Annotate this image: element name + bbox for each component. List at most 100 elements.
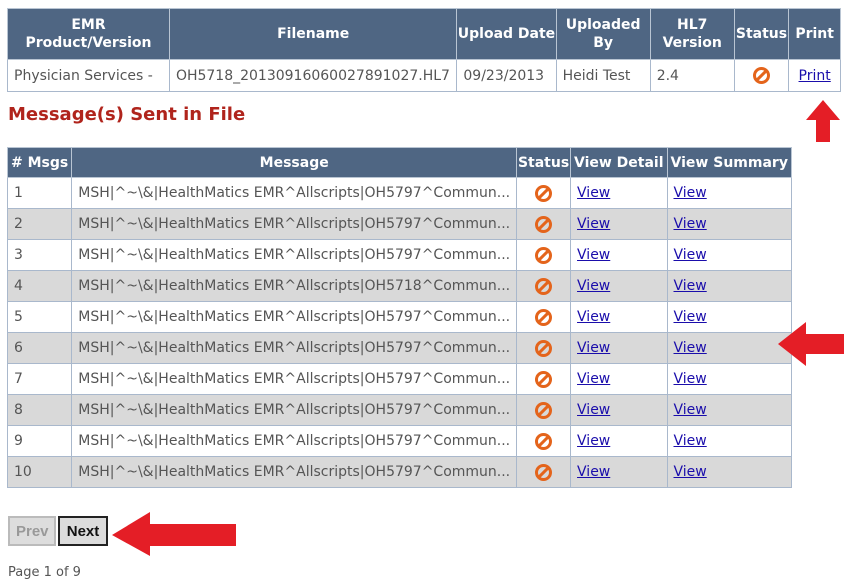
message-text: MSH|^~\&|HealthMatics EMR^Allscripts|OH5… bbox=[71, 394, 518, 426]
view-summary-cell: View bbox=[666, 208, 792, 240]
view-summary-cell: View bbox=[666, 394, 792, 426]
view-summary-link[interactable]: View bbox=[674, 433, 707, 449]
message-text: MSH|^~\&|HealthMatics EMR^Allscripts|OH5… bbox=[71, 332, 518, 364]
view-detail-link[interactable]: View bbox=[577, 278, 610, 294]
message-num: 2 bbox=[6, 208, 73, 240]
view-detail-cell: View bbox=[570, 332, 668, 364]
view-detail-link[interactable]: View bbox=[577, 371, 610, 387]
section-title: Message(s) Sent in File bbox=[8, 104, 246, 125]
view-summary-link[interactable]: View bbox=[674, 185, 707, 201]
view-summary-cell: View bbox=[666, 332, 792, 364]
view-summary-link[interactable]: View bbox=[674, 371, 707, 387]
header-emr-product: EMR Product/Version bbox=[7, 8, 170, 60]
view-detail-link[interactable]: View bbox=[577, 402, 610, 418]
error-ban-icon bbox=[535, 432, 553, 450]
message-status-cell bbox=[516, 394, 572, 426]
header-msg-status: Status bbox=[516, 147, 572, 178]
message-text: MSH|^~\&|HealthMatics EMR^Allscripts|OH5… bbox=[71, 425, 518, 457]
header-hl7-version: HL7 Version bbox=[649, 8, 735, 60]
view-detail-cell: View bbox=[570, 394, 668, 426]
message-num: 6 bbox=[6, 332, 73, 364]
view-detail-link[interactable]: View bbox=[577, 247, 610, 263]
message-num: 4 bbox=[6, 270, 73, 302]
page-info: Page 1 of 9 bbox=[8, 565, 81, 580]
view-summary-cell: View bbox=[666, 456, 792, 488]
view-summary-link[interactable]: View bbox=[674, 464, 707, 480]
message-row: 8 MSH|^~\&|HealthMatics EMR^Allscripts|OH… bbox=[6, 394, 792, 426]
view-detail-link[interactable]: View bbox=[577, 309, 610, 325]
error-ban-icon bbox=[535, 246, 553, 264]
view-detail-link[interactable]: View bbox=[577, 464, 610, 480]
message-status-cell bbox=[516, 239, 572, 271]
view-detail-cell: View bbox=[570, 363, 668, 395]
message-num: 3 bbox=[6, 239, 73, 271]
message-text: MSH|^~\&|HealthMatics EMR^Allscripts|OH5… bbox=[71, 270, 518, 302]
message-text: MSH|^~\&|HealthMatics EMR^Allscripts|OH5… bbox=[71, 301, 518, 333]
message-status-cell bbox=[516, 208, 572, 240]
left-arrow-annotation-icon bbox=[778, 322, 844, 366]
prev-button[interactable]: Prev bbox=[8, 516, 56, 546]
message-status-cell bbox=[516, 363, 572, 395]
left-arrow-next-annotation-icon bbox=[112, 512, 236, 556]
header-upload-date: Upload Date bbox=[456, 8, 557, 60]
header-filename: Filename bbox=[168, 8, 458, 60]
message-row: 2 MSH|^~\&|HealthMatics EMR^Allscripts|OH… bbox=[6, 208, 792, 240]
message-status-cell bbox=[516, 270, 572, 302]
view-summary-link[interactable]: View bbox=[674, 340, 707, 356]
message-row: 6 MSH|^~\&|HealthMatics EMR^Allscripts|OH… bbox=[6, 332, 792, 364]
view-detail-cell: View bbox=[570, 270, 668, 302]
view-detail-cell: View bbox=[570, 177, 668, 209]
message-text: MSH|^~\&|HealthMatics EMR^Allscripts|OH5… bbox=[71, 177, 518, 209]
message-row: 7 MSH|^~\&|HealthMatics EMR^Allscripts|OH… bbox=[6, 363, 792, 395]
file-table-header-row: EMR Product/Version Filename Upload Date… bbox=[7, 8, 841, 60]
view-summary-cell: View bbox=[666, 425, 792, 457]
message-num: 5 bbox=[6, 301, 73, 333]
error-ban-icon bbox=[535, 308, 553, 326]
message-status-cell bbox=[516, 177, 572, 209]
view-summary-link[interactable]: View bbox=[674, 216, 707, 232]
view-summary-cell: View bbox=[666, 301, 792, 333]
message-row: 5 MSH|^~\&|HealthMatics EMR^Allscripts|OH… bbox=[6, 301, 792, 333]
file-status-cell bbox=[733, 59, 790, 92]
message-num: 7 bbox=[6, 363, 73, 395]
message-status-cell bbox=[516, 301, 572, 333]
message-row: 10 MSH|^~\&|HealthMatics EMR^Allscripts|O… bbox=[6, 456, 792, 488]
message-status-cell bbox=[516, 332, 572, 364]
messages-header-row: # Msgs Message Status View Detail View S… bbox=[6, 147, 792, 178]
print-link[interactable]: Print bbox=[799, 68, 831, 84]
file-table: EMR Product/Version Filename Upload Date… bbox=[7, 8, 841, 92]
error-ban-icon bbox=[753, 67, 770, 84]
view-detail-link[interactable]: View bbox=[577, 340, 610, 356]
header-print: Print bbox=[788, 8, 841, 60]
view-summary-link[interactable]: View bbox=[674, 247, 707, 263]
error-ban-icon bbox=[535, 277, 553, 295]
view-summary-cell: View bbox=[666, 239, 792, 271]
view-summary-link[interactable]: View bbox=[674, 402, 707, 418]
view-summary-link[interactable]: View bbox=[674, 278, 707, 294]
view-detail-link[interactable]: View bbox=[577, 433, 610, 449]
view-detail-cell: View bbox=[570, 425, 668, 457]
error-ban-icon bbox=[535, 370, 553, 388]
view-detail-link[interactable]: View bbox=[577, 185, 610, 201]
message-text: MSH|^~\&|HealthMatics EMR^Allscripts|OH5… bbox=[71, 456, 518, 488]
view-detail-cell: View bbox=[570, 239, 668, 271]
header-view-detail: View Detail bbox=[570, 147, 668, 178]
message-status-cell bbox=[516, 456, 572, 488]
message-row: 3 MSH|^~\&|HealthMatics EMR^Allscripts|OH… bbox=[6, 239, 792, 271]
file-upload-date: 09/23/2013 bbox=[456, 59, 557, 92]
messages-table: # Msgs Message Status View Detail View S… bbox=[6, 147, 792, 488]
header-uploaded-by: Uploaded By bbox=[555, 8, 651, 60]
message-num: 9 bbox=[6, 425, 73, 457]
error-ban-icon bbox=[535, 215, 553, 233]
file-row: Physician Services - OH5718_201309160600… bbox=[7, 59, 841, 92]
view-summary-cell: View bbox=[666, 270, 792, 302]
view-detail-cell: View bbox=[570, 301, 668, 333]
next-button[interactable]: Next bbox=[58, 516, 108, 546]
header-msg-count: # Msgs bbox=[6, 147, 73, 178]
view-detail-link[interactable]: View bbox=[577, 216, 610, 232]
view-summary-link[interactable]: View bbox=[674, 309, 707, 325]
message-row: 1 MSH|^~\&|HealthMatics EMR^Allscripts|OH… bbox=[6, 177, 792, 209]
message-row: 9 MSH|^~\&|HealthMatics EMR^Allscripts|OH… bbox=[6, 425, 792, 457]
file-hl7-version: 2.4 bbox=[649, 59, 735, 92]
message-row: 4 MSH|^~\&|HealthMatics EMR^Allscripts|OH… bbox=[6, 270, 792, 302]
